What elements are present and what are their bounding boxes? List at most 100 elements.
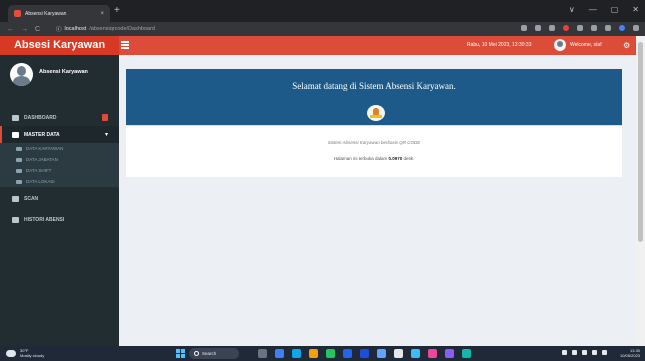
app-icon[interactable] — [394, 349, 403, 358]
clock-date: 10/05/2023 — [620, 353, 641, 358]
render-time-suffix: detik. — [402, 156, 415, 161]
sidebar-item-data-karyawan[interactable]: DATA KARYAWAN — [0, 143, 119, 154]
submenu: DATA KARYAWAN DATA JABATAN DATA SHIFT DA… — [0, 143, 119, 187]
render-time-prefix: Halaman ini terbuka dalam — [333, 156, 389, 161]
camera-icon — [12, 195, 19, 202]
app-icon[interactable] — [411, 349, 420, 358]
sidebar-item-label: DATA KARYAWAN — [26, 146, 64, 151]
taskbar-search[interactable]: Search — [189, 348, 239, 359]
app: Absesi Karyawan Rabu, 10 Mei 2023, 13:30… — [0, 36, 636, 346]
welcome-banner: Selamat datang di Sistem Absensi Karyawa… — [126, 69, 622, 125]
taskbar-search-label: Search — [202, 351, 217, 356]
sidebar-item-data-shift[interactable]: DATA SHIFT — [0, 165, 119, 176]
word-icon[interactable] — [360, 349, 369, 358]
sidebar-toggle-icon[interactable] — [121, 41, 129, 49]
page-scrollbar[interactable] — [636, 36, 645, 346]
folder-icon[interactable] — [309, 349, 318, 358]
shuffle-icon — [16, 168, 22, 173]
user-icon — [16, 146, 22, 151]
search-icon — [194, 351, 199, 356]
puzzle-icon[interactable] — [577, 25, 583, 31]
sidepanel-icon[interactable] — [605, 25, 611, 31]
browser-tab[interactable]: Absensi Karyawan × — [8, 5, 110, 22]
browser-menu-icon[interactable] — [633, 25, 639, 31]
close-window-button[interactable]: ✕ — [632, 5, 639, 14]
taskview-icon[interactable] — [258, 349, 267, 358]
url-host: localhost — [64, 26, 87, 32]
new-tab-button[interactable]: + — [114, 5, 120, 17]
avatar — [10, 63, 33, 86]
folder-icon — [12, 131, 19, 138]
info-icon[interactable]: ⓘ — [56, 25, 62, 33]
app-icon[interactable] — [428, 349, 437, 358]
sidebar-item-scan[interactable]: SCAN — [0, 190, 119, 207]
user-panel-name: Absensi Karyawan — [39, 69, 88, 75]
maximize-button[interactable]: ▢ — [611, 5, 619, 14]
app-icon[interactable] — [275, 349, 284, 358]
render-time-text: Halaman ini terbuka dalam 0.0970 detik. — [126, 156, 622, 161]
extensions — [521, 25, 639, 31]
media-icon[interactable] — [591, 25, 597, 31]
taskbar-clock[interactable]: 13.30 10/05/2023 — [620, 348, 640, 358]
browser-tabbar: Absensi Karyawan × + ∨ — ▢ ✕ — [0, 0, 645, 22]
edge-icon[interactable] — [292, 349, 301, 358]
sidebar-item-master-data[interactable]: MASTER DATA ▾ — [0, 126, 119, 143]
bookmark-star-icon[interactable] — [549, 25, 555, 31]
system-tray — [562, 350, 607, 355]
minimize-button[interactable]: — — [589, 5, 597, 14]
app-icon[interactable] — [377, 349, 386, 358]
location-icon — [16, 179, 22, 184]
sidebar-item-label: SCAN — [24, 195, 39, 202]
desktop-icon — [12, 114, 19, 121]
avatar — [554, 39, 566, 51]
page-title: Selamat datang di Sistem Absensi Karyawa… — [292, 81, 456, 91]
wifi-icon[interactable] — [582, 350, 587, 355]
windows-start-icon[interactable] — [176, 349, 185, 358]
forward-icon[interactable]: → — [21, 26, 28, 33]
tagline: Sistem Absensi Karyawan berbasis QR CODE — [327, 140, 421, 145]
app-icon[interactable] — [445, 349, 454, 358]
favicon-icon — [14, 10, 21, 17]
chevron-up-icon[interactable] — [562, 350, 567, 355]
main-header: Absesi Karyawan Rabu, 10 Mei 2023, 13:30… — [0, 36, 636, 55]
extension-icon[interactable] — [563, 25, 569, 31]
window-controls: ∨ — ▢ ✕ — [569, 5, 639, 14]
tab-search-icon[interactable]: ∨ — [569, 5, 575, 14]
reload-icon[interactable]: C — [35, 26, 40, 33]
weather-desc: Mostly cloudy — [20, 353, 45, 358]
weather-widget[interactable]: 30°F Mostly cloudy — [6, 348, 44, 358]
battery-icon[interactable] — [572, 350, 577, 355]
sidebar: Absensi Karyawan DASHBOARD MASTER DATA ▾… — [0, 55, 119, 346]
vscode-icon[interactable] — [343, 349, 352, 358]
app-icon[interactable] — [462, 349, 471, 358]
profile-icon[interactable] — [619, 25, 625, 31]
sidebar-item-label: DATA SHIFT — [26, 168, 52, 173]
badge-icon — [102, 114, 108, 121]
tab-title: Absensi Karyawan — [25, 10, 67, 17]
sidebar-item-dashboard[interactable]: DASHBOARD — [0, 109, 119, 126]
render-time-value: 0.0970 — [388, 156, 403, 161]
chrome-icon[interactable] — [326, 349, 335, 358]
app-logo[interactable]: Absesi Karyawan — [0, 36, 119, 55]
sidebar-item-data-jabatan[interactable]: DATA JABATAN — [0, 154, 119, 165]
url-field[interactable]: ⓘ localhost/absensiqrcode/Dashboard — [56, 25, 155, 33]
zoom-icon[interactable] — [521, 25, 527, 31]
sidebar-item-label: HISTORI ABENSI — [24, 216, 65, 223]
power-icon[interactable] — [602, 350, 607, 355]
welcome-text: Welcome, staf — [570, 42, 602, 48]
back-icon[interactable]: ← — [7, 26, 14, 33]
logo-emblem-icon — [367, 105, 385, 121]
gear-icon[interactable]: ⚙ — [623, 41, 630, 50]
volume-icon[interactable] — [592, 350, 597, 355]
chevron-down-icon: ▾ — [104, 132, 108, 138]
user-menu[interactable]: Welcome, staf — [554, 39, 602, 51]
os-taskbar: 30°F Mostly cloudy Search 13.30 10/05/202… — [0, 346, 645, 361]
sidebar-item-histori-absensi[interactable]: HISTORI ABENSI — [0, 211, 119, 228]
sidebar-item-label: DATA LOKASI — [26, 179, 55, 184]
scrollbar-thumb[interactable] — [638, 42, 643, 242]
sidebar-menu: DASHBOARD MASTER DATA ▾ DATA KARYAWAN DA… — [0, 109, 119, 228]
tab-close-icon[interactable]: × — [100, 11, 104, 17]
share-icon[interactable] — [535, 25, 541, 31]
sidebar-item-data-lokasi[interactable]: DATA LOKASI — [0, 176, 119, 187]
user-panel: Absensi Karyawan — [0, 55, 119, 102]
